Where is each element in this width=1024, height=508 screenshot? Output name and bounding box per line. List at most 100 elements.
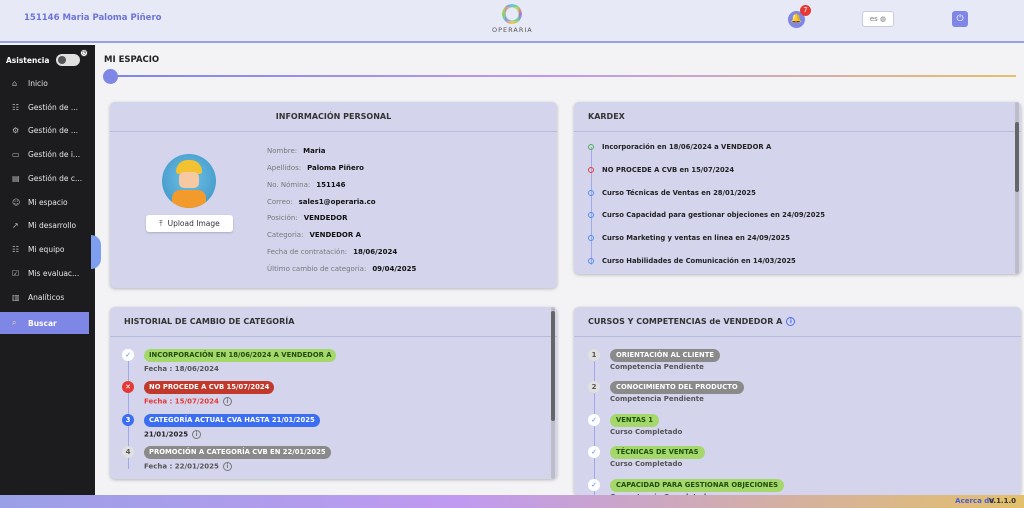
kardex-item: Curso Capacidad para gestionar objecione… bbox=[588, 211, 825, 219]
kardex-item: Curso Técnicas de Ventas en 28/01/2025 bbox=[588, 189, 756, 197]
history-pill: PROMOCIÓN A CATEGORÍA CVB EN 22/01/2025 bbox=[144, 446, 331, 459]
history-badge: ✓ bbox=[122, 349, 134, 361]
language-code: es bbox=[869, 15, 878, 23]
competencia-badge: 2 bbox=[588, 381, 600, 393]
users-icon: ☷ bbox=[12, 102, 20, 112]
history-pill: NO PROCEDE A CVB 15/07/2024 bbox=[144, 381, 275, 394]
kardex-dot-icon bbox=[588, 235, 594, 241]
document-icon: ▤ bbox=[12, 173, 20, 183]
sidebar-item-label: Mi espacio bbox=[28, 197, 68, 207]
competencias-title: CURSOS Y COMPETENCIAS de VENDEDOR A bbox=[588, 317, 783, 326]
history-date: Fecha : 15/07/2024 i bbox=[144, 397, 232, 406]
language-selector[interactable]: es ◍ bbox=[862, 11, 894, 27]
progress-line bbox=[110, 75, 1016, 77]
field-key: Último cambio de categoria: bbox=[267, 265, 367, 273]
sidebar-item-0[interactable]: ⌂ Inicio bbox=[0, 72, 95, 94]
history-card: HISTORIAL DE CAMBIO DE CATEGORÍA ✓ INCORP… bbox=[110, 307, 557, 479]
kardex-item: NO PROCEDE A CVB en 15/07/2024 bbox=[588, 166, 734, 174]
history-title: HISTORIAL DE CAMBIO DE CATEGORÍA bbox=[110, 307, 557, 337]
sidebar-item-label: Gestión de ... bbox=[28, 125, 78, 135]
upload-image-button[interactable]: ⤒ Upload Image bbox=[146, 215, 233, 232]
search-icon: ⌕ bbox=[12, 318, 17, 327]
app-logo[interactable]: OPERARIA bbox=[492, 4, 532, 34]
upload-image-label: Upload Image bbox=[167, 219, 220, 228]
history-date: Fecha : 22/01/2025 i bbox=[144, 462, 232, 471]
field-key: Categoria: bbox=[267, 231, 304, 239]
sidebar-item-label: Mi desarrollo bbox=[28, 220, 77, 230]
history-badge: 3 bbox=[122, 414, 134, 426]
personal-info-card: INFORMACIÓN PERSONAL ⤒ Upload Image Nomb… bbox=[110, 102, 557, 288]
competencia-pill: CONOCIMIENTO DEL PRODUCTO bbox=[610, 381, 744, 394]
kardex-dot-icon bbox=[588, 258, 594, 264]
kardex-item-text: NO PROCEDE A CVB en 15/07/2024 bbox=[602, 166, 735, 174]
competencia-status: Competencia Pendiente bbox=[610, 395, 704, 403]
person-icon: ☺ bbox=[12, 197, 21, 207]
field-value: Maria bbox=[303, 147, 326, 155]
sidebar-collapse-handle[interactable] bbox=[91, 235, 101, 269]
competencia-pill: TÉCNICAS DE VENTAS bbox=[610, 446, 705, 459]
field-value: VENDEDOR bbox=[303, 214, 348, 222]
info-icon[interactable]: i bbox=[222, 462, 232, 471]
sidebar-item-label: Gestión de ... bbox=[28, 102, 78, 112]
logout-icon: ⏻ bbox=[956, 14, 964, 24]
avatar-body bbox=[172, 190, 206, 208]
sidebar-item-9[interactable]: ▥ Analíticos bbox=[0, 286, 95, 308]
sidebar-item-2[interactable]: ⚙ Gestión de ... bbox=[0, 119, 95, 141]
clock-icon: ◷ bbox=[80, 49, 88, 57]
sidebar-item-label: Inicio bbox=[28, 78, 48, 88]
competencia-status: Competencia Pendiente bbox=[610, 363, 704, 371]
personal-field: Correo: sales1@operaria.co bbox=[267, 198, 376, 206]
asistencia-toggle[interactable] bbox=[56, 54, 80, 66]
logout-button[interactable]: ⏻ bbox=[952, 11, 968, 27]
sidebar-item-3[interactable]: ▭ Gestión de i... bbox=[0, 143, 95, 165]
kardex-card: KARDEX Incorporación en 18/06/2024 a VEN… bbox=[574, 102, 1021, 274]
history-date: 21/01/2025 i bbox=[144, 430, 202, 439]
growth-icon: ↗ bbox=[12, 220, 19, 230]
info-icon[interactable]: i bbox=[222, 397, 232, 406]
sidebar-item-7[interactable]: ☷ Mi equipo bbox=[0, 238, 95, 260]
user-gear-icon: ⚙ bbox=[12, 125, 20, 135]
competencia-pill: CAPACIDAD PARA GESTIONAR OBJECIONES bbox=[610, 479, 785, 492]
competencia-badge: 1 bbox=[588, 349, 600, 361]
page-title: MI ESPACIO bbox=[104, 55, 160, 65]
user-avatar bbox=[162, 154, 216, 208]
personal-field: No. Nómina: 151146 bbox=[267, 181, 345, 189]
kardex-item: Curso Marketing y ventas en linea en 24/… bbox=[588, 234, 790, 242]
sidebar-item-8[interactable]: ☑ Mis evaluac... bbox=[0, 262, 95, 284]
sidebar-item-6[interactable]: ↗ Mi desarrollo bbox=[0, 214, 95, 236]
kardex-scrollbar-thumb[interactable] bbox=[1015, 122, 1019, 192]
sidebar-item-label: Mis evaluac... bbox=[28, 268, 80, 278]
toggle-knob bbox=[58, 56, 66, 64]
footer-bar: Acerca de V.1.1.0 bbox=[0, 495, 1024, 508]
field-value: Paloma Piñero bbox=[307, 164, 364, 172]
kardex-item-text: Incorporación en 18/06/2024 a VENDEDOR A bbox=[602, 143, 772, 151]
chart-icon: ▥ bbox=[12, 292, 20, 302]
kardex-title: KARDEX bbox=[574, 102, 1021, 132]
field-key: No. Nómina: bbox=[267, 181, 311, 189]
sidebar-item-5[interactable]: ☺ Mi espacio bbox=[0, 191, 95, 213]
history-scrollbar[interactable] bbox=[551, 307, 555, 479]
kardex-dot-icon bbox=[588, 144, 594, 150]
kardex-scrollbar[interactable] bbox=[1015, 102, 1019, 274]
kardex-dot-icon bbox=[588, 167, 594, 173]
personal-field: Posición: VENDEDOR bbox=[267, 214, 348, 222]
progress-knob[interactable] bbox=[103, 69, 118, 84]
personal-field: Último cambio de categoria: 09/04/2025 bbox=[267, 265, 416, 273]
sidebar-item-label: Gestión de i... bbox=[28, 149, 81, 159]
kardex-item-text: Curso Habilidades de Comunicación en 14/… bbox=[602, 257, 796, 265]
history-badge: ✕ bbox=[122, 381, 134, 393]
competencias-header: CURSOS Y COMPETENCIAS de VENDEDOR A i bbox=[574, 307, 1021, 337]
personal-info-title: INFORMACIÓN PERSONAL bbox=[110, 102, 557, 132]
personal-field: Fecha de contratación: 18/06/2024 bbox=[267, 248, 397, 256]
sidebar-item-4[interactable]: ▤ Gestión de c... bbox=[0, 167, 95, 189]
info-icon[interactable]: i bbox=[192, 430, 202, 439]
history-badge: 4 bbox=[122, 446, 134, 458]
sidebar-item-1[interactable]: ☷ Gestión de ... bbox=[0, 96, 95, 118]
kardex-item-text: Curso Capacidad para gestionar objecione… bbox=[602, 211, 825, 219]
info-icon[interactable]: i bbox=[786, 317, 796, 326]
field-value: VENDEDOR A bbox=[309, 231, 362, 239]
competencia-pill: VENTAS 1 bbox=[610, 414, 659, 427]
sidebar-item-10[interactable]: ⌕ Buscar bbox=[0, 312, 89, 334]
field-key: Apellidos: bbox=[267, 164, 302, 172]
history-scrollbar-thumb[interactable] bbox=[551, 311, 555, 421]
